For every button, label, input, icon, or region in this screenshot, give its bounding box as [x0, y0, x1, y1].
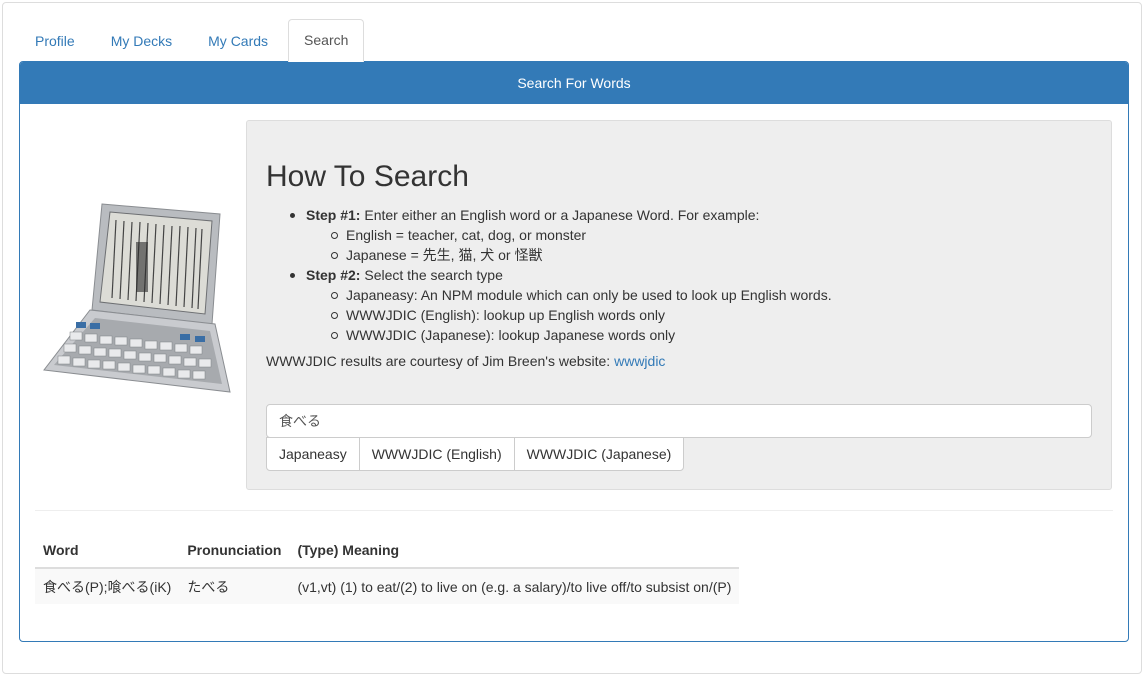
step-1: Step #1: Enter either an English word or…	[266, 205, 832, 265]
search-input[interactable]	[266, 404, 1092, 438]
nav-tabs: Profile My Decks My Cards Search	[19, 19, 368, 62]
step-2-text: Select the search type	[360, 267, 503, 283]
table-cell-pronunciation: たべる	[179, 568, 290, 604]
table-cell-word: 食べる(P);喰べる(iK)	[35, 568, 180, 604]
results-table: Word Pronunciation (Type) Meaning 食べる(P)…	[35, 532, 740, 604]
step-2-item: WWWJDIC (Japanese): lookup Japanese word…	[306, 325, 832, 345]
page-container: Profile My Decks My Cards Search Search …	[2, 2, 1142, 674]
step-2-item: Japaneasy: An NPM module which can only …	[306, 285, 832, 305]
credit-line: WWWJDIC results are courtesy of Jim Bree…	[266, 353, 665, 369]
table-row: 食べる(P);喰べる(iK) たべる (v1,vt) (1) to eat/(2…	[35, 568, 740, 604]
step-1-label: Step #1:	[306, 207, 361, 223]
column-header: Pronunciation	[179, 532, 290, 569]
wwwjdic-english-button[interactable]: WWWJDIC (English)	[358, 437, 515, 471]
wwwjdic-japanese-button[interactable]: WWWJDIC (Japanese)	[513, 437, 685, 471]
how-to-title: How To Search	[266, 160, 469, 193]
table-cell-meaning: (v1,vt) (1) to eat/(2) to live on (e.g. …	[289, 568, 740, 604]
panel-heading: Search For Words	[20, 62, 1128, 104]
credit-text: WWWJDIC results are courtesy of Jim Bree…	[266, 353, 615, 369]
step-1-text: Enter either an English word or a Japane…	[360, 207, 760, 223]
table-header-row: Word Pronunciation (Type) Meaning	[35, 532, 740, 569]
tab-my-decks[interactable]: My Decks	[95, 20, 188, 62]
step-2-item: WWWJDIC (English): lookup up English wor…	[306, 305, 832, 325]
search-panel: Search For Words How To Search Step #1: …	[19, 61, 1129, 642]
step-1-item: English = teacher, cat, dog, or monster	[306, 225, 832, 245]
tab-search[interactable]: Search	[288, 19, 365, 62]
step-1-item: Japanese = 先生, 猫, 犬 or 怪獣	[306, 245, 832, 265]
wwwjdic-link[interactable]: wwwjdic	[614, 353, 665, 369]
step-2-label: Step #2:	[306, 267, 361, 283]
electronic-dictionary-device-icon	[43, 203, 231, 393]
column-header: (Type) Meaning	[289, 532, 740, 569]
how-to-search-box: How To Search Step #1: Enter either an E…	[246, 120, 1112, 490]
search-type-buttons: Japaneasy WWWJDIC (English) WWWJDIC (Jap…	[266, 437, 685, 471]
column-header: Word	[35, 532, 180, 569]
steps-list: Step #1: Enter either an English word or…	[266, 205, 832, 345]
tab-my-cards[interactable]: My Cards	[192, 20, 284, 62]
japaneasy-button[interactable]: Japaneasy	[266, 437, 360, 471]
tab-profile[interactable]: Profile	[19, 20, 91, 62]
divider	[35, 510, 1113, 511]
step-2: Step #2: Select the search type Japaneas…	[266, 265, 832, 345]
